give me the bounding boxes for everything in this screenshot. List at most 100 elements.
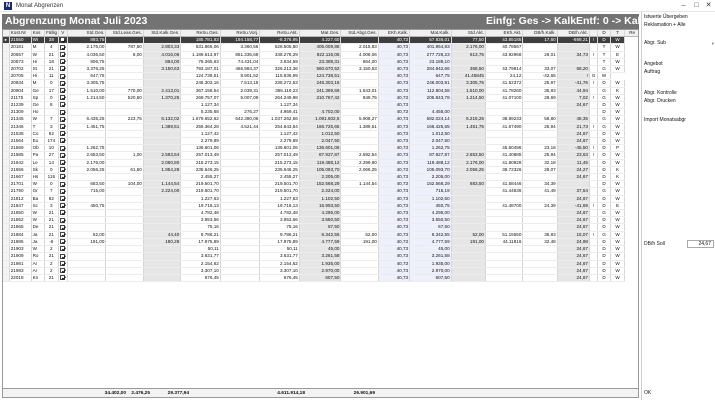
checkbox-checked-icon[interactable]: [60, 145, 66, 151]
verified-checkbox[interactable]: [58, 108, 68, 117]
verified-checkbox[interactable]: [58, 159, 68, 167]
verified-checkbox[interactable]: [58, 151, 68, 160]
verified-checkbox[interactable]: [58, 223, 68, 232]
minimize-icon[interactable]: –: [678, 1, 689, 11]
verified-checkbox[interactable]: [58, 144, 68, 153]
data-grid[interactable]: Kost.Nr Kos Fällig V Std.Ges. Std.Leas.Ges. St…: [2, 29, 639, 389]
verified-checkbox[interactable]: [58, 216, 68, 225]
verified-checkbox[interactable]: [58, 238, 68, 247]
table-row[interactable]: 20702 St 21 3.376,25 3.150,63 793.187,01 466.9…: [3, 65, 638, 74]
checkbox-checked-icon[interactable]: [60, 51, 66, 57]
table-row[interactable]: 21812 Ba 82 1.227,63 1.227,63 1.102,50 40,73 1.…: [3, 195, 638, 203]
verified-checkbox[interactable]: [58, 267, 68, 275]
table-row[interactable]: 22018 Kn 21 676,45 676,45 607,50 40,73 607,50 24…: [3, 274, 638, 283]
table-row[interactable]: 21701 W 0 683,50 104,00 1.144,54 219.501,70 219…: [3, 180, 638, 189]
checkbox-checked-icon[interactable]: [60, 210, 66, 216]
column-header[interactable]: Kost.Nr: [9, 30, 32, 38]
checkbox-checked-icon[interactable]: [60, 167, 66, 173]
checkbox-checked-icon[interactable]: [60, 224, 66, 230]
checkbox-checked-icon[interactable]: [60, 267, 66, 273]
checkbox-checked-icon[interactable]: [60, 44, 66, 50]
checkbox-checked-icon[interactable]: [60, 73, 66, 79]
verified-checkbox[interactable]: [58, 137, 68, 146]
column-header[interactable]: T: [610, 30, 626, 38]
verified-checkbox[interactable]: [58, 245, 68, 254]
table-row[interactable]: 21790 Gr 7 715,00 2.224,00 219.501,70 219.501,…: [3, 187, 638, 196]
verified-checkbox[interactable]: [58, 187, 68, 196]
table-row[interactable]: 21885 Ja -6 191,00 180,28 17.975,89 17.975,89 4…: [3, 238, 638, 247]
checkbox-checked-icon[interactable]: [60, 203, 66, 209]
table-row[interactable]: 21538 Co 82 1.127,42 1.127,42 1.012,50 40,73 1.…: [3, 130, 638, 139]
table-row[interactable]: 21239 Ge 8 1.127,34 1.127,34 40,73 24,67 D W: [3, 101, 638, 110]
table-row[interactable]: 21346 T 3 1.451,75 1.389,51 259.364,28 4.521,4…: [3, 123, 638, 131]
column-header[interactable]: Re: [624, 30, 638, 38]
checkbox-checked-icon[interactable]: [60, 95, 66, 101]
dbh-target-field[interactable]: 24,67: [687, 240, 714, 248]
table-row[interactable]: 21850 W 21 4.782,48 4.782,48 4.295,00 40,73 4.2…: [3, 209, 638, 218]
checkbox-checked-icon[interactable]: [60, 66, 66, 72]
table-row[interactable]: 21175 Sp 0 1.214,50 520,50 1.370,25 269.757,07…: [3, 94, 638, 103]
checkbox-checked-icon[interactable]: [60, 181, 66, 187]
table-row[interactable]: 21656 Sk 0 2.056,25 61,50 1.954,28 235.646,25 2…: [3, 166, 638, 175]
offer-button[interactable]: Angebot: [644, 61, 714, 68]
maximize-icon[interactable]: □: [691, 1, 702, 11]
checkbox-checked-icon[interactable]: [60, 109, 66, 115]
column-header[interactable]: Kos: [31, 30, 46, 38]
checkbox-checked-icon[interactable]: [60, 231, 66, 237]
verified-checkbox[interactable]: [58, 180, 68, 189]
checkbox-checked-icon[interactable]: [60, 59, 66, 65]
column-header[interactable]: EKh.Kalk.: [378, 30, 411, 38]
column-header[interactable]: Fällig: [44, 30, 59, 38]
transfer-actuals-button[interactable]: Istwerte Übergeben: [644, 14, 714, 21]
checkbox-checked-icon[interactable]: [60, 138, 66, 144]
table-row[interactable]: ▸ 21550 Wi 38 893,75 185.781,83 194.158,77 -8.3…: [3, 36, 638, 45]
verified-checkbox[interactable]: [58, 51, 68, 59]
checkbox-checked-icon[interactable]: [60, 260, 66, 266]
column-header[interactable]: Mat.Kalk.: [409, 30, 452, 38]
verified-checkbox[interactable]: [58, 58, 68, 67]
checkbox-checked-icon[interactable]: [60, 37, 66, 43]
verified-checkbox[interactable]: [58, 173, 68, 182]
verified-checkbox[interactable]: [58, 115, 68, 124]
checkbox-checked-icon[interactable]: [60, 80, 66, 86]
checkbox-checked-icon[interactable]: [60, 131, 66, 137]
table-row[interactable]: 21865 De 21 75,16 75,16 67,50 40,73 67,50 24,67 D…: [3, 223, 638, 232]
checkbox-checked-icon[interactable]: [60, 195, 66, 201]
verified-checkbox[interactable]: [58, 231, 68, 239]
checkbox-checked-icon[interactable]: [60, 253, 66, 259]
checkbox-checked-icon[interactable]: [60, 87, 66, 93]
verified-checkbox[interactable]: [58, 36, 68, 45]
verified-checkbox[interactable]: [58, 130, 68, 139]
table-row[interactable]: 21667 Hs 115 2.455,27 2.455,27 2.205,00 40,73 2…: [3, 173, 638, 182]
checkbox-checked-icon[interactable]: [60, 159, 66, 165]
checkbox-checked-icon[interactable]: [60, 102, 66, 108]
verified-checkbox[interactable]: [58, 101, 68, 110]
column-header[interactable]: DB/h.Kalk.: [522, 30, 558, 38]
column-header[interactable]: ReSu.Ges.: [180, 30, 221, 38]
column-header[interactable]: Mat.Ges.: [299, 30, 342, 38]
close-icon[interactable]: ✕: [703, 1, 714, 11]
table-row[interactable]: 20181 M 4 2.176,00 787,50 2.803,33 531.866,06 3…: [3, 43, 638, 52]
complaint-all-button[interactable]: Reklamation + Alle: [644, 22, 714, 29]
table-row[interactable]: 21642 Le 14 2.176,00 2.060,80 215.273,15 215.2…: [3, 159, 638, 167]
column-header[interactable]: V: [58, 30, 68, 38]
verified-checkbox[interactable]: [58, 209, 68, 218]
table-row[interactable]: 21852 W 21 3.953,56 3.953,56 3.550,50 40,73 3.5…: [3, 216, 638, 225]
column-header[interactable]: [589, 30, 599, 38]
column-header[interactable]: Std.Leas.Ges.: [105, 30, 144, 38]
table-row[interactable]: 21564 Eu 174 2.279,89 2.279,89 2.047,50 40,73 2…: [3, 137, 638, 146]
table-row[interactable]: 21909 Ro 21 3.631,77 3.631,77 3.261,58 40,73 3.…: [3, 252, 638, 261]
checkbox-checked-icon[interactable]: [60, 246, 66, 252]
verified-checkbox[interactable]: [58, 94, 68, 103]
import-monthly-button[interactable]: Import Monatsabgr: [644, 117, 714, 124]
verified-checkbox[interactable]: [58, 43, 68, 52]
checkbox-checked-icon[interactable]: [60, 123, 66, 129]
column-header[interactable]: EKh.Akt.: [485, 30, 524, 38]
column-header[interactable]: Std.Abgr.Ges.: [340, 30, 379, 38]
verified-checkbox[interactable]: [58, 72, 68, 81]
checkbox-checked-icon[interactable]: [60, 275, 66, 281]
checkbox-checked-icon[interactable]: [60, 239, 66, 245]
column-header[interactable]: D: [597, 30, 611, 38]
checkbox-checked-icon[interactable]: [60, 116, 66, 122]
table-row[interactable]: 21903 W 2 50,11 50,11 45,00 40,73 45,00 24,67 D W: [3, 245, 638, 254]
